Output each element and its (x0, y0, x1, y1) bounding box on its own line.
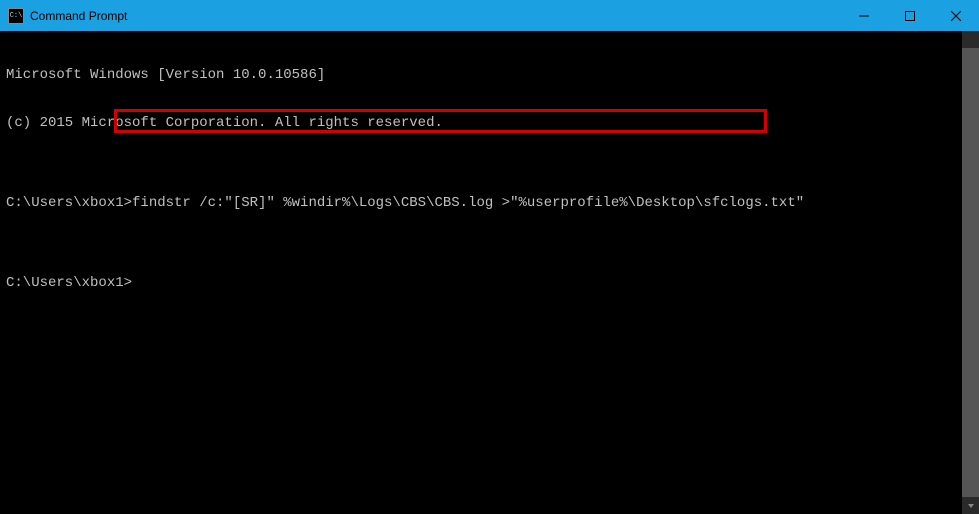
terminal-line-command: C:\Users\xbox1>findstr /c:"[SR]" %windir… (6, 195, 973, 211)
vertical-scrollbar[interactable] (962, 31, 979, 514)
terminal-output[interactable]: Microsoft Windows [Version 10.0.10586] (… (0, 31, 979, 514)
scroll-thumb[interactable] (962, 48, 979, 497)
close-button[interactable] (933, 0, 979, 31)
maximize-button[interactable] (887, 0, 933, 31)
terminal-prompt: C:\Users\xbox1> (6, 275, 973, 291)
cmd-icon: C:\ (8, 8, 24, 24)
terminal-line: (c) 2015 Microsoft Corporation. All righ… (6, 115, 973, 131)
window-title: Command Prompt (30, 9, 841, 23)
window-controls (841, 0, 979, 31)
scroll-down-arrow-icon[interactable] (962, 497, 979, 514)
minimize-button[interactable] (841, 0, 887, 31)
terminal-line: Microsoft Windows [Version 10.0.10586] (6, 67, 973, 83)
title-bar: C:\ Command Prompt (0, 0, 979, 31)
